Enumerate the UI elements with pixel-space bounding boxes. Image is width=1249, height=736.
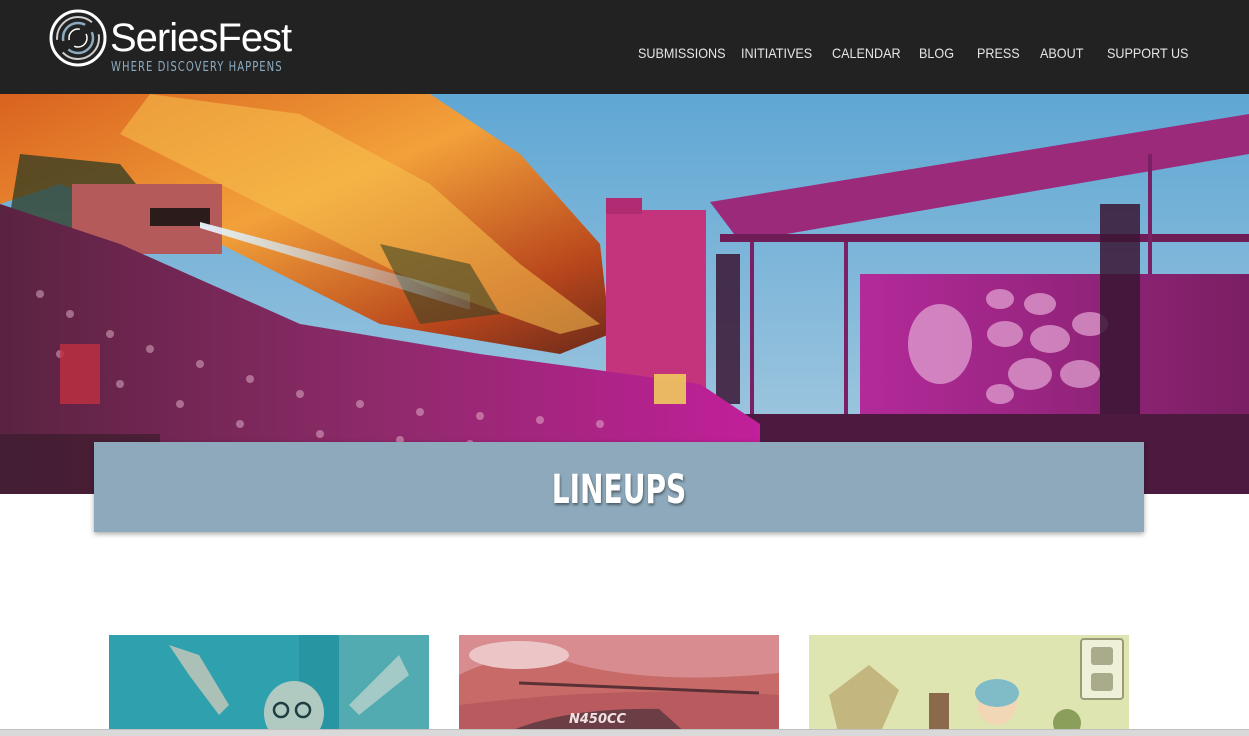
amphitheater-illustration: [0, 94, 1249, 494]
nav-item-blog[interactable]: BLOG: [919, 44, 954, 62]
horizontal-scrollbar[interactable]: [0, 729, 1249, 736]
nav-item-submissions[interactable]: SUBMISSIONS: [638, 44, 726, 62]
lineup-card-image: [809, 635, 1129, 736]
lineup-card-1[interactable]: [109, 635, 429, 736]
page-title: LINEUPS: [551, 467, 687, 513]
nav-item-initiatives[interactable]: INITIATIVES: [741, 44, 812, 62]
site-header: SeriesFest WHERE DISCOVERY HAPPENS SUBMI…: [0, 0, 1249, 94]
main-nav: SUBMISSIONS INITIATIVES CALENDAR BLOG PR…: [0, 44, 1249, 64]
nav-item-about[interactable]: ABOUT: [1040, 44, 1083, 62]
nav-item-support-us[interactable]: SUPPORT US: [1107, 44, 1188, 62]
lineup-card-image: [109, 635, 429, 736]
lineup-card-2[interactable]: N450CC: [459, 635, 779, 736]
nav-item-press[interactable]: PRESS: [977, 44, 1020, 62]
page-title-banner: LINEUPS: [94, 442, 1144, 532]
lineup-card-image: N450CC: [459, 635, 779, 736]
tail-number: N450CC: [569, 712, 627, 727]
nav-item-calendar[interactable]: CALENDAR: [832, 44, 901, 62]
lineup-card-3[interactable]: [809, 635, 1129, 736]
hero-image: [0, 94, 1249, 494]
